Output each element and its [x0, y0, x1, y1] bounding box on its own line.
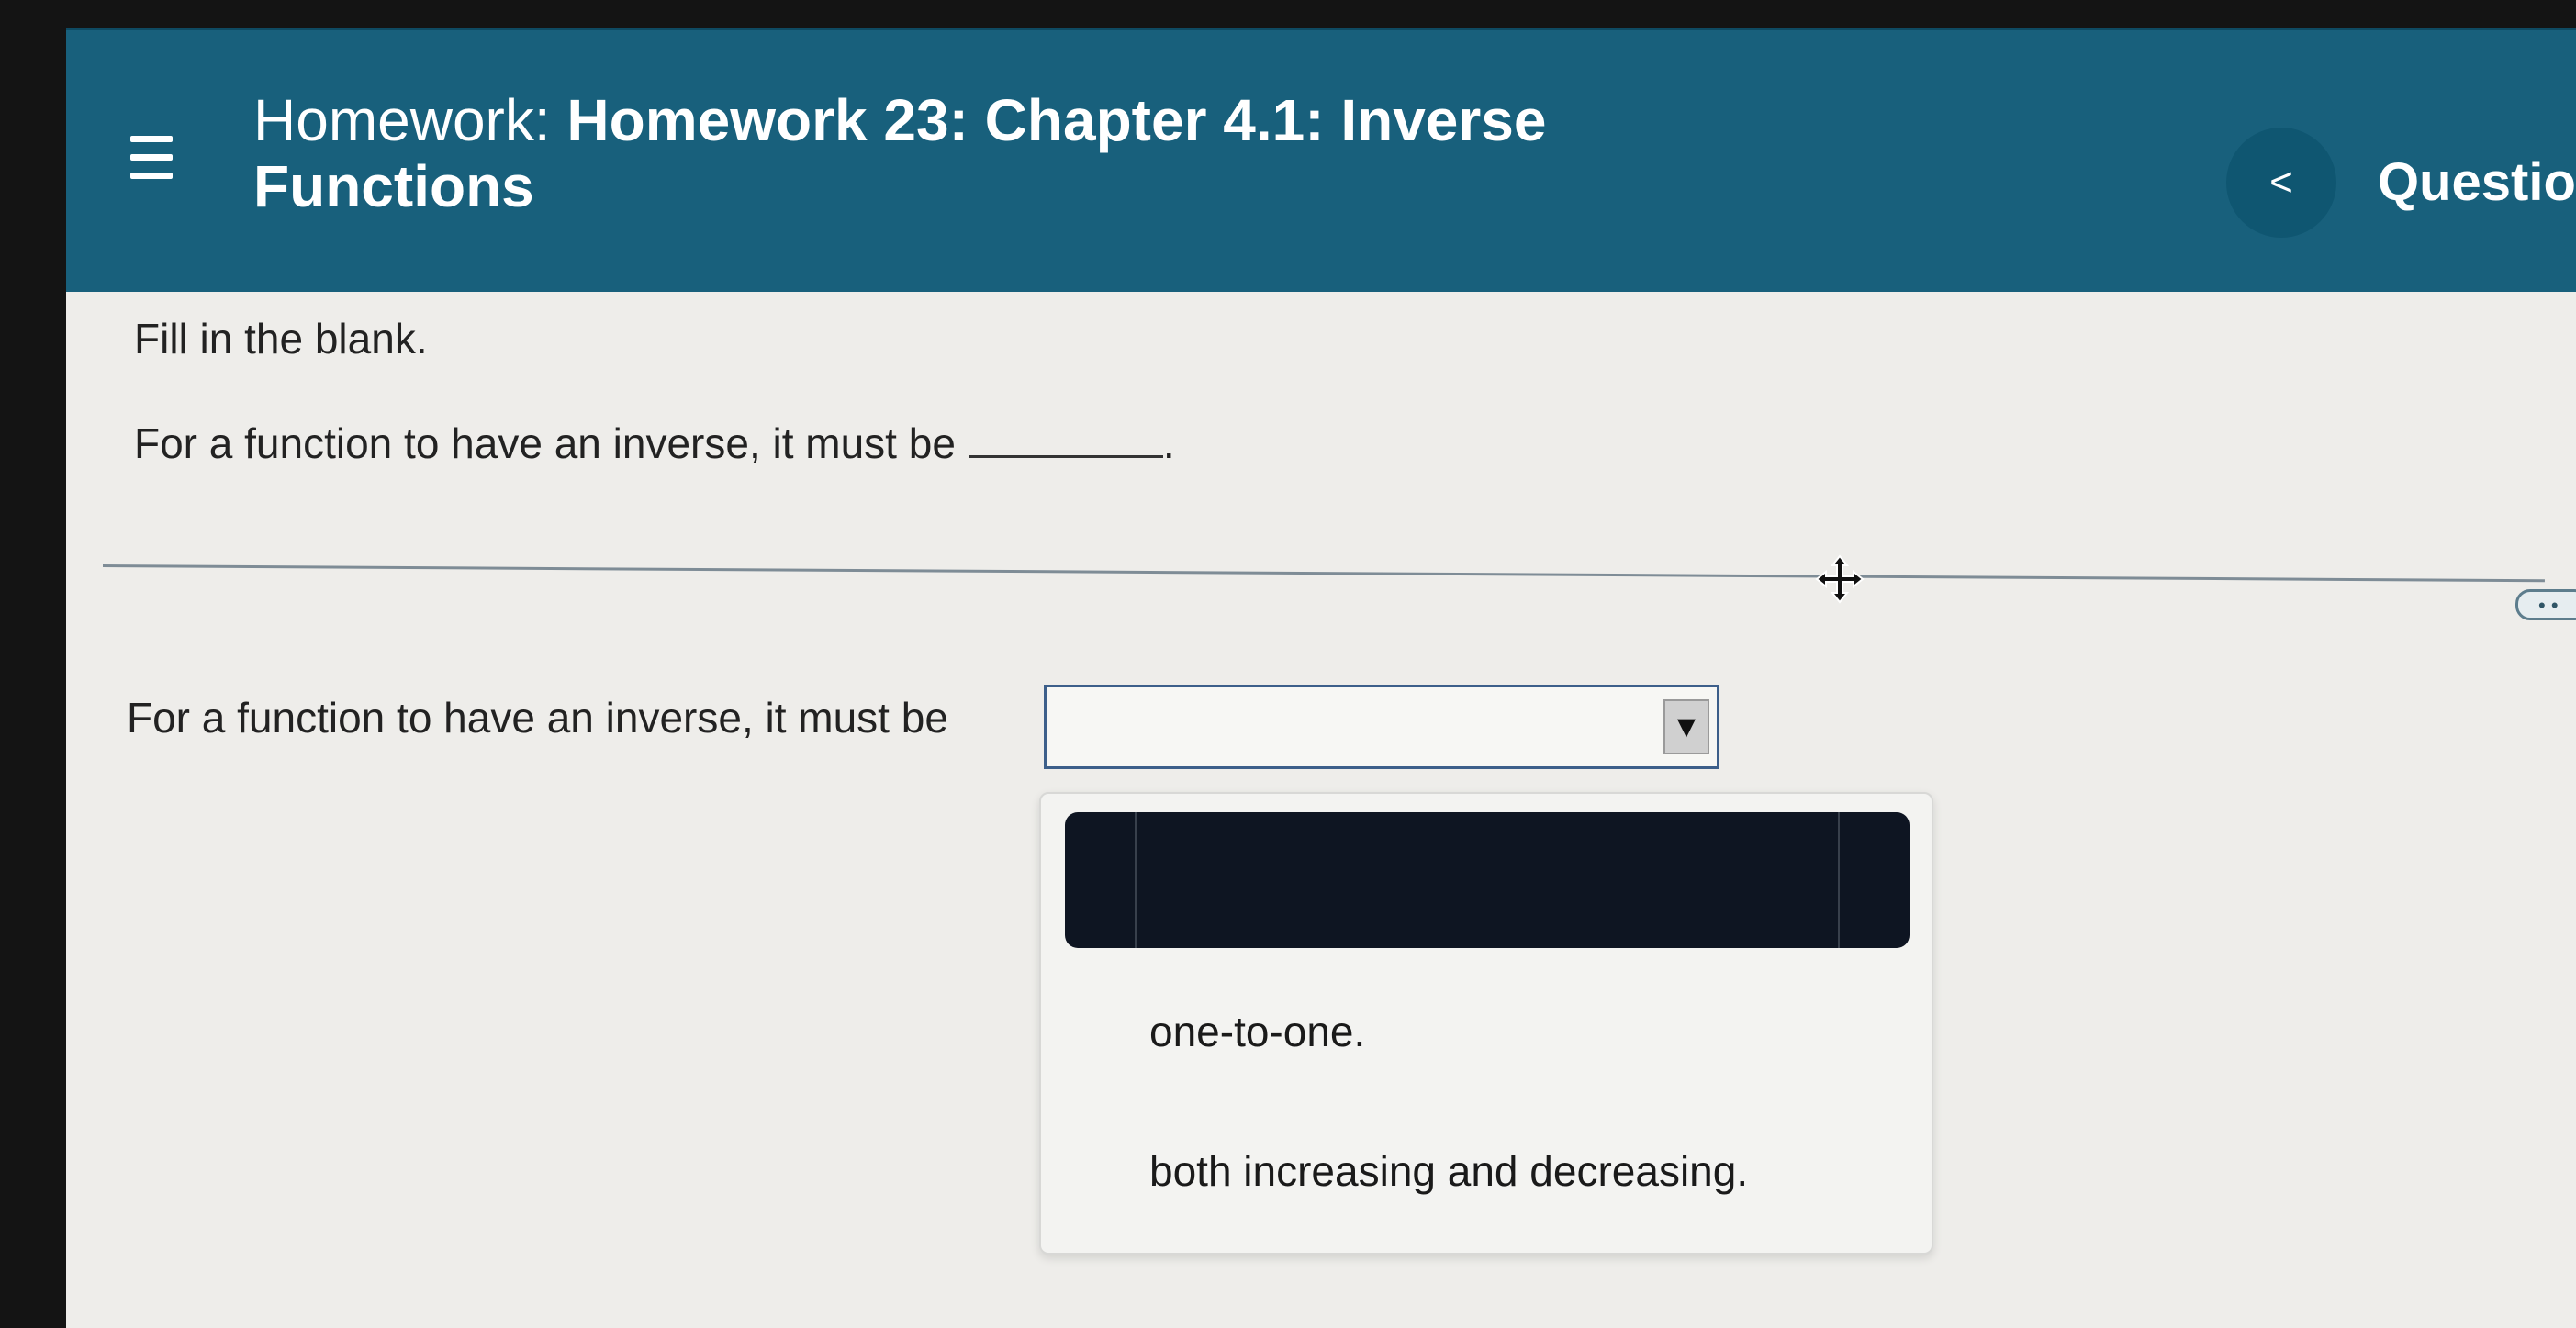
- move-cursor-icon: [1815, 554, 1865, 604]
- hamburger-menu-icon[interactable]: [130, 136, 173, 182]
- section-divider: [102, 564, 2545, 583]
- question-nav-label[interactable]: Questio: [2378, 151, 2576, 213]
- chevron-left-icon: <: [2269, 160, 2293, 205]
- homework-title-prefix: Homework:: [253, 87, 551, 153]
- blank-line: [968, 418, 1163, 458]
- option-divider-left: [1135, 812, 1137, 948]
- question-instruction: Fill in the blank.: [134, 315, 428, 363]
- homework-title: Homework: Homework 23: Chapter 4.1: Inve…: [253, 87, 1814, 219]
- dropdown-menu: one-to-one. both increasing and decreasi…: [1039, 792, 1933, 1255]
- dropdown-arrow-icon[interactable]: ▼: [1663, 699, 1709, 754]
- screen: Homework: Homework 23: Chapter 4.1: Inve…: [66, 28, 2576, 1328]
- divider-handle[interactable]: • •: [2515, 589, 2576, 620]
- option-divider-right: [1838, 812, 1840, 948]
- dropdown-option-increasing-decreasing[interactable]: both increasing and decreasing.: [1149, 1146, 1748, 1196]
- question-prompt-text: For a function to have an inverse, it mu…: [134, 419, 956, 467]
- dropdown-option-blank[interactable]: [1065, 812, 1910, 948]
- previous-question-button[interactable]: <: [2226, 128, 2336, 238]
- question-prompt: For a function to have an inverse, it mu…: [134, 418, 1175, 468]
- homework-header: Homework: Homework 23: Chapter 4.1: Inve…: [66, 28, 2576, 292]
- answer-dropdown[interactable]: ▼: [1044, 685, 1719, 769]
- question-prompt-end: .: [1162, 419, 1175, 467]
- answer-prompt: For a function to have an inverse, it mu…: [127, 694, 948, 742]
- dropdown-option-one-to-one[interactable]: one-to-one.: [1149, 1007, 1365, 1056]
